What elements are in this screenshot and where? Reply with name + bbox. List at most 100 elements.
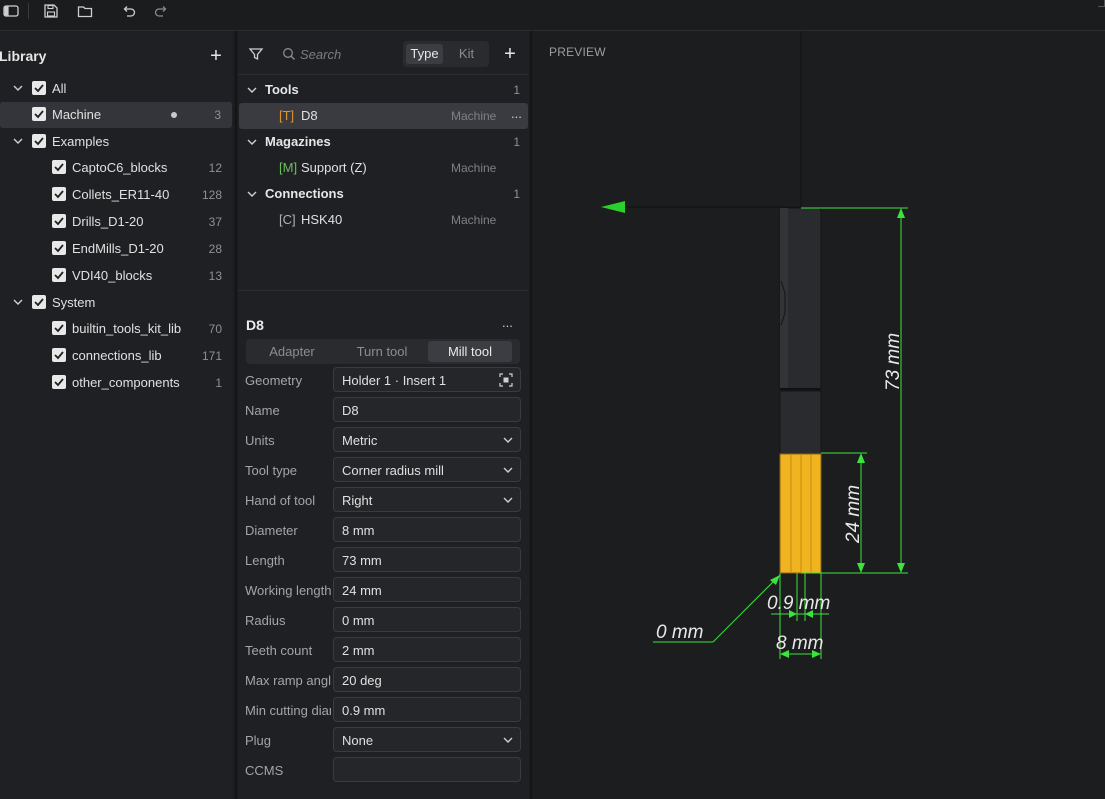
chevron-down-icon[interactable] <box>11 134 25 148</box>
chevron-down-icon[interactable] <box>11 295 25 309</box>
max-ramp-angle-field[interactable]: 20 deg <box>333 667 521 692</box>
tree-item-captoc6[interactable]: CaptoC6_blocks 12 <box>0 155 233 181</box>
group-connections[interactable]: Connections 1 <box>238 182 529 206</box>
item-type-prefix: [T] <box>279 108 295 123</box>
filter-icon[interactable] <box>248 46 264 62</box>
tree-label: Examples <box>52 134 110 149</box>
checkbox[interactable] <box>52 214 66 228</box>
prop-value: 73 mm <box>342 553 382 568</box>
list-item-d8[interactable]: [T] D8 Machine ... <box>239 103 528 129</box>
chevron-down-icon[interactable] <box>245 135 259 149</box>
tab-adapter[interactable]: Adapter <box>250 341 334 362</box>
group-tools[interactable]: Tools 1 <box>238 78 529 102</box>
tree-item-other-components[interactable]: other_components 1 <box>0 370 233 396</box>
prop-value: 0 mm <box>342 613 375 628</box>
tree-item-system[interactable]: System <box>0 290 233 316</box>
checkbox[interactable] <box>52 268 66 282</box>
preview-panel[interactable]: PREVIEW 73 mm 24 mm 0.9 mm 0 mm 8 mm <box>533 31 1105 799</box>
prop-value: 2 mm <box>342 643 375 658</box>
ccms-field[interactable] <box>333 757 521 782</box>
list-item-hsk40[interactable]: [C] HSK40 Machine <box>239 207 529 233</box>
item-name: Support (Z) <box>301 160 367 175</box>
tree-item-collets[interactable]: Collets_ER11-40 128 <box>0 182 233 208</box>
add-component-button[interactable]: + <box>500 43 520 65</box>
panel-divider[interactable] <box>530 31 532 799</box>
hand-of-tool-select[interactable]: Right <box>333 487 521 512</box>
undo-icon[interactable] <box>118 0 140 22</box>
item-type-prefix: [M] <box>279 160 298 175</box>
open-folder-icon[interactable] <box>74 0 96 22</box>
more-options-button[interactable]: ... <box>511 106 522 121</box>
add-library-button[interactable]: + <box>205 45 227 67</box>
checkbox[interactable] <box>52 241 66 255</box>
panel-divider[interactable] <box>235 31 237 799</box>
checkbox[interactable] <box>52 321 66 335</box>
checkbox[interactable] <box>52 187 66 201</box>
checkbox[interactable] <box>32 107 46 121</box>
dim-label-min-diameter: 0.9 mm <box>767 593 830 614</box>
prop-value: 8 mm <box>342 523 375 538</box>
tab-type[interactable]: Type <box>406 44 443 64</box>
chevron-down-icon[interactable] <box>245 83 259 97</box>
tree-item-vdi40[interactable]: VDI40_blocks 13 <box>0 263 233 289</box>
dim-label-working-length: 24 mm <box>843 485 864 544</box>
checkbox[interactable] <box>32 134 46 148</box>
prop-value: None <box>342 733 374 748</box>
prop-label-units: Units <box>245 433 275 448</box>
checkbox[interactable] <box>52 348 66 362</box>
modified-dot <box>171 112 177 118</box>
prop-value: 24 mm <box>342 583 382 598</box>
chevron-down-icon[interactable] <box>11 81 25 95</box>
prop-label-plug: Plug <box>245 733 272 748</box>
tree-item-drills[interactable]: Drills_D1-20 37 <box>0 209 233 235</box>
tree-item-examples[interactable]: Examples <box>0 129 233 155</box>
radius-field[interactable]: 0 mm <box>333 607 521 632</box>
group-count: 1 <box>513 187 520 201</box>
group-count: 1 <box>513 83 520 97</box>
tree-count: 37 <box>208 215 222 229</box>
plug-select[interactable]: None <box>333 727 521 752</box>
search-placeholder: Search <box>300 47 342 62</box>
chevron-down-icon[interactable] <box>245 187 259 201</box>
tab-kit[interactable]: Kit <box>448 44 485 64</box>
checkbox[interactable] <box>52 160 66 174</box>
tree-item-machine[interactable]: Machine 3 <box>0 102 232 128</box>
name-field[interactable]: D8 <box>333 397 521 422</box>
checkbox[interactable] <box>32 81 46 95</box>
list-item-support[interactable]: [M] Support (Z) Machine <box>239 155 529 181</box>
tree-label: VDI40_blocks <box>72 268 153 283</box>
tree-item-connections-lib[interactable]: connections_lib 171 <box>0 343 233 369</box>
teeth-count-field[interactable]: 2 mm <box>333 637 521 662</box>
search-input[interactable]: Search <box>278 41 398 67</box>
tree-item-endmills[interactable]: EndMills_D1-20 28 <box>0 236 233 262</box>
toggle-sidebar-icon[interactable] <box>0 0 22 22</box>
diameter-field[interactable]: 8 mm <box>333 517 521 542</box>
geometry-field[interactable]: Holder 1 · Insert 1 <box>333 367 521 392</box>
length-field[interactable]: 73 mm <box>333 547 521 572</box>
tree-label: Machine <box>52 107 102 122</box>
min-cutting-diameter-field[interactable]: 0.9 mm <box>333 697 521 722</box>
item-type-prefix: [C] <box>279 212 296 227</box>
prop-label-hand: Hand of tool <box>245 493 316 508</box>
tool-type-select[interactable]: Corner radius mill <box>333 457 521 482</box>
group-count: 1 <box>513 135 520 149</box>
tree-label: System <box>52 295 96 310</box>
focus-icon[interactable] <box>499 373 513 387</box>
checkbox[interactable] <box>52 375 66 389</box>
group-label: Tools <box>265 82 299 97</box>
prop-label-teeth: Teeth count <box>245 643 313 658</box>
prop-label-ccms: CCMS <box>245 763 284 778</box>
working-length-field[interactable]: 24 mm <box>333 577 521 602</box>
checkbox[interactable] <box>32 295 46 309</box>
redo-icon[interactable] <box>150 0 172 22</box>
save-icon[interactable] <box>40 0 62 22</box>
tree-item-all[interactable]: All <box>0 76 233 102</box>
tree-label: builtin_tools_kit_lib <box>72 321 182 336</box>
tab-mill-tool[interactable]: Mill tool <box>428 341 512 362</box>
group-magazines[interactable]: Magazines 1 <box>238 130 529 154</box>
tab-turn-tool[interactable]: Turn tool <box>340 341 424 362</box>
detail-more-button[interactable]: ... <box>502 315 513 330</box>
detail-title: D8 <box>246 317 264 333</box>
units-select[interactable]: Metric <box>333 427 521 452</box>
tree-item-builtin-tools[interactable]: builtin_tools_kit_lib 70 <box>0 316 233 342</box>
